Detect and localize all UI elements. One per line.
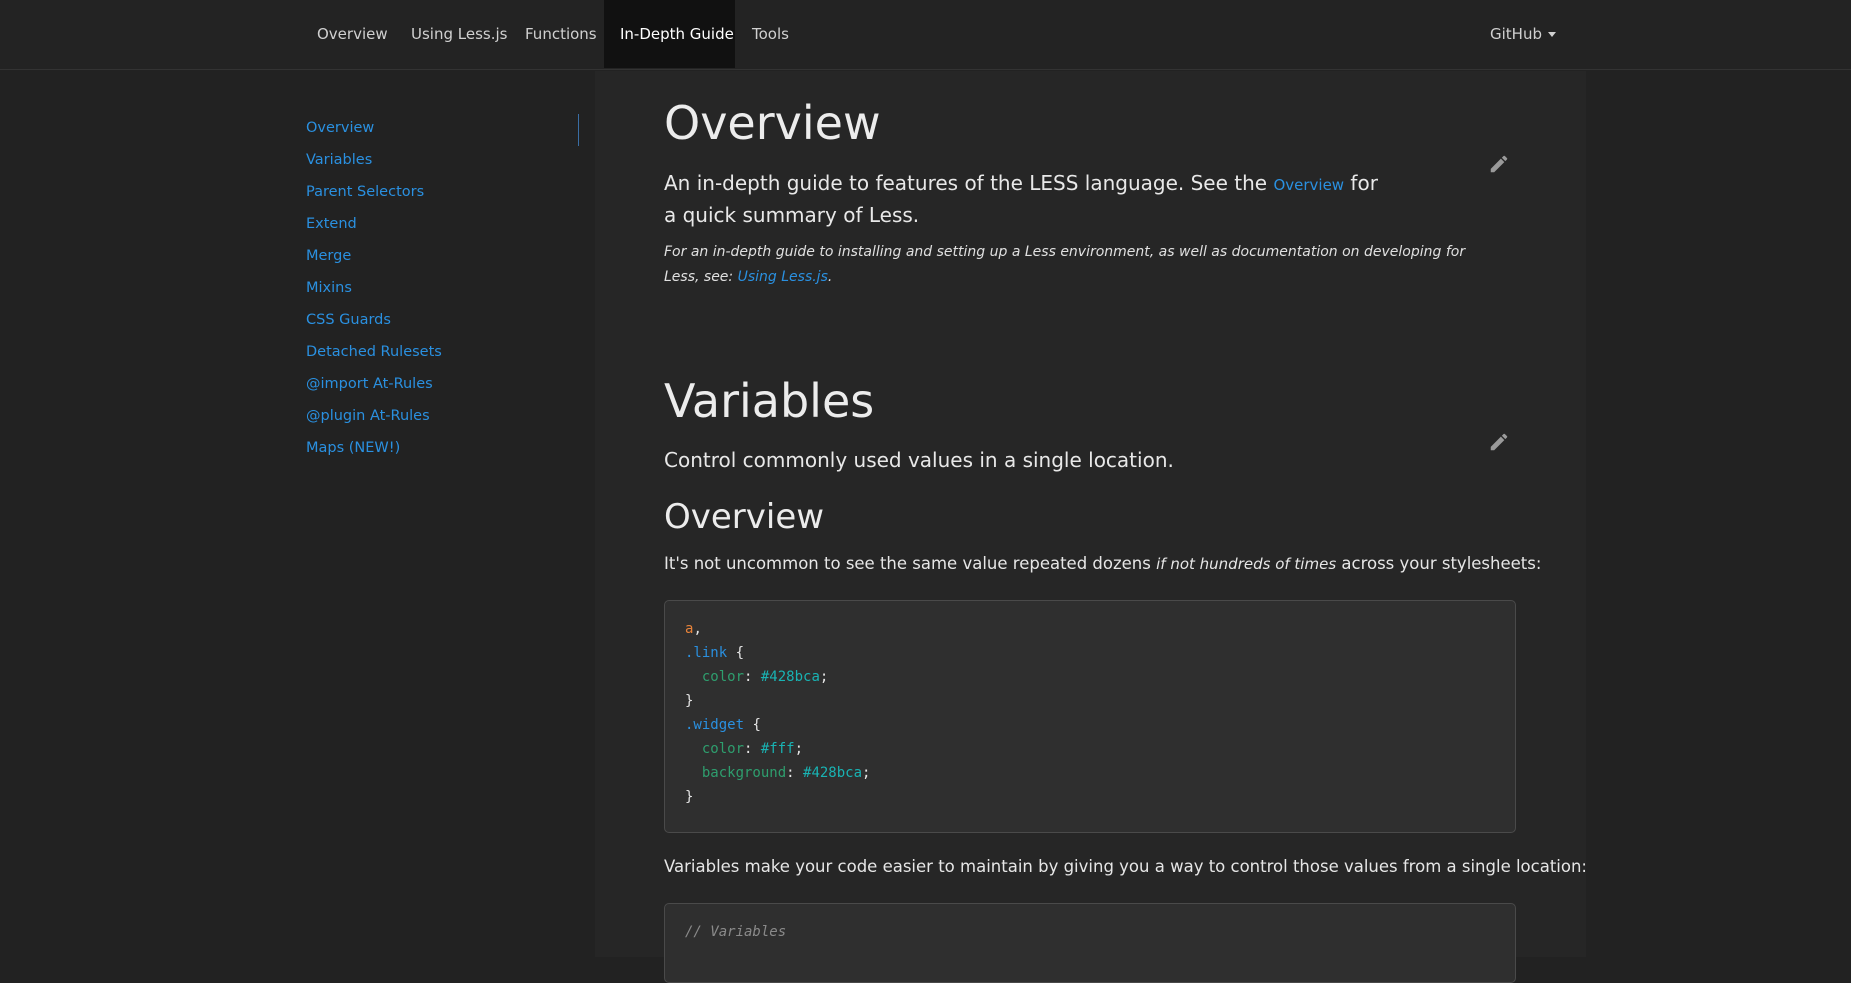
sidebar-item-detached-rulesets[interactable]: Detached Rulesets bbox=[306, 338, 581, 370]
code-token: : bbox=[744, 669, 761, 685]
code-token: // Variables bbox=[685, 924, 787, 940]
code-line: .widget { bbox=[685, 713, 1495, 737]
code-token: color bbox=[685, 741, 745, 757]
sidebar-item-css-guards[interactable]: CSS Guards bbox=[306, 306, 581, 338]
code-token: #fff bbox=[760, 741, 795, 757]
github-label: GitHub bbox=[1490, 25, 1542, 43]
overview-note-end: . bbox=[827, 269, 833, 285]
code-token: ; bbox=[794, 741, 804, 757]
sidebar-item-mixins[interactable]: Mixins bbox=[306, 274, 581, 306]
variables-paragraph-1: It's not uncommon to see the same value … bbox=[664, 552, 1541, 576]
code-token: ; bbox=[819, 669, 829, 685]
sidebar-item-import-at-rules[interactable]: @import At-Rules bbox=[306, 370, 581, 402]
code-token: #428bca bbox=[803, 765, 863, 781]
sidebar-item-parent-selectors[interactable]: Parent Selectors bbox=[306, 178, 581, 210]
variables-overview-heading: Overview bbox=[664, 497, 825, 537]
para1-emphasis: if not hundreds of times bbox=[1156, 555, 1337, 573]
sidebar-item-maps[interactable]: Maps (NEW!) bbox=[306, 434, 581, 466]
sidebar-item-plugin-at-rules[interactable]: @plugin At-Rules bbox=[306, 402, 581, 434]
chevron-down-icon bbox=[1547, 32, 1556, 37]
overview-heading: Overview bbox=[664, 96, 881, 150]
nav-item-overview[interactable]: Overview bbox=[301, 0, 404, 68]
code-token: : bbox=[786, 765, 804, 781]
variables-lead: Control commonly used values in a single… bbox=[664, 448, 1174, 472]
variables-heading: Variables bbox=[664, 374, 875, 428]
code-token: ; bbox=[862, 765, 871, 781]
code-block-variables: // Variables bbox=[664, 903, 1516, 983]
top-navbar: Overview Using Less.js Functions In-Dept… bbox=[0, 0, 1851, 70]
code-token: background bbox=[685, 765, 787, 781]
code-block-repeated-values: a, .link { color: #428bca;} .widget { colo… bbox=[664, 600, 1516, 833]
nav-item-functions[interactable]: Functions bbox=[509, 0, 613, 68]
code-token: color bbox=[685, 669, 745, 685]
para1-text-2: across your stylesheets: bbox=[1336, 554, 1542, 573]
code-token: : bbox=[744, 741, 761, 757]
code-token: } bbox=[685, 789, 694, 805]
sidebar-item-overview[interactable]: Overview bbox=[306, 114, 581, 146]
overview-link[interactable]: Overview bbox=[1273, 176, 1344, 194]
sidebar-item-variables[interactable]: Variables bbox=[306, 146, 581, 178]
code-line: } bbox=[685, 785, 1495, 809]
sidebar-item-merge[interactable]: Merge bbox=[306, 242, 581, 274]
code-token: { bbox=[744, 717, 761, 733]
sidebar: Overview Variables Parent Selectors Exte… bbox=[306, 114, 581, 466]
code-token: .widget bbox=[685, 717, 745, 733]
nav-item-tools[interactable]: Tools bbox=[736, 0, 805, 68]
sidebar-item-extend[interactable]: Extend bbox=[306, 210, 581, 242]
overview-note: For an in-depth guide to installing and … bbox=[664, 240, 1484, 290]
using-lessjs-link[interactable]: Using Less.js bbox=[738, 269, 828, 285]
code-token: #428bca bbox=[760, 669, 820, 685]
para1-text-1: It's not uncommon to see the same value … bbox=[664, 554, 1157, 573]
code-line: a, bbox=[685, 617, 1495, 641]
variables-paragraph-2: Variables make your code easier to maint… bbox=[664, 857, 1587, 876]
overview-lead-text-1: An in-depth guide to features of the LES… bbox=[664, 171, 1274, 195]
code-line: color: #fff; bbox=[685, 737, 1495, 761]
code-line: .link { bbox=[685, 641, 1495, 665]
code-token: , bbox=[693, 621, 702, 637]
code-token: } bbox=[685, 693, 694, 709]
code-line: // Variables bbox=[685, 920, 1495, 944]
nav-item-using-lessjs[interactable]: Using Less.js bbox=[395, 0, 523, 68]
nav-item-in-depth-guide[interactable]: In-Depth Guide bbox=[604, 0, 735, 68]
code-line: color: #428bca; bbox=[685, 665, 1495, 689]
code-line: background: #428bca; bbox=[685, 761, 1495, 785]
code-token: { bbox=[727, 645, 745, 661]
code-line: } bbox=[685, 689, 1495, 713]
pencil-icon[interactable] bbox=[1488, 431, 1510, 453]
github-dropdown[interactable]: GitHub bbox=[1490, 0, 1556, 68]
pencil-icon[interactable] bbox=[1488, 153, 1510, 175]
code-token: .link bbox=[685, 645, 728, 661]
overview-lead: An in-depth guide to features of the LES… bbox=[664, 168, 1384, 230]
